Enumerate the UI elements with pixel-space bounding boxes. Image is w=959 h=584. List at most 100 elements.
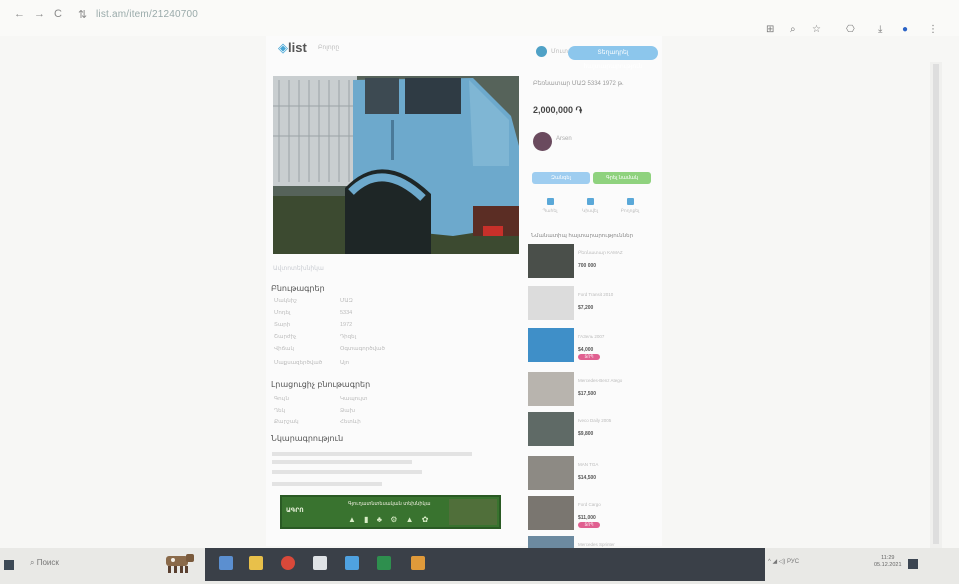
spec-key: Վիճակ [274,346,294,352]
spec-value: Այո [340,360,350,366]
banner-ad[interactable]: ԱԳՐՈ Գյուղատնտեսական տեխնիկա ▲ ▮ ♣ ⚙ ▲ ✿ [280,495,501,529]
spec-key: Տարի [274,322,291,328]
spec-row: Քարշակ Հետևի [274,419,474,427]
similar-price: $14,500 [578,475,597,481]
spec-value: 1972 [340,322,353,328]
listing-category[interactable]: Ավտոտեխնիկա [273,265,324,272]
menu-icon[interactable]: ⋮ [928,24,938,35]
description-line [272,482,382,486]
zoom-icon[interactable]: ⌕ [790,24,796,35]
system-tray[interactable]: ^ ◢ ◁) РУС [768,558,799,565]
scrollbar[interactable] [930,62,942,550]
top-badge: ՏՈՊ [578,522,600,528]
action-label: Կիսվել [582,208,598,213]
similar-price: $11,000 [578,515,596,521]
address-bar[interactable]: list.am/item/21240700 [96,9,198,20]
browser-toolbar: ← → C ⇅ list.am/item/21240700 ⊞ ⌕ ☆ ⎔ ⤓ … [0,0,959,36]
spec-row: Շարժիչ Դիզել [274,334,474,342]
clock-date: 05.12.2021 [874,562,902,568]
similar-item[interactable]: MAN TGA $14,500 [528,456,658,492]
description-line [272,470,422,474]
language-indicator[interactable]: РУС [787,559,799,565]
similar-thumbnail [528,244,574,278]
spec-key: Մակնիշ [274,298,297,304]
spec-value: ՄԱԶ [340,298,353,304]
spec-row: Մաքսազերծված Այո [274,360,474,368]
clock[interactable]: 11:29 05.12.2021 [874,555,902,569]
share-action[interactable]: Կիսվել [575,198,605,214]
extensions-icon[interactable]: ⎔ [846,24,855,35]
spec-value: Դիզել [340,334,357,340]
save-action[interactable]: Պահել [535,198,565,214]
similar-item[interactable]: Ford Cargo $11,000 ՏՈՊ [528,496,658,532]
translate-icon[interactable]: ⊞ [766,24,774,35]
chrome-icon[interactable] [281,556,295,570]
similar-price: $9,800 [578,431,594,437]
spec-row: Գույն Կապույտ [274,396,474,404]
reload-icon[interactable]: C [54,8,62,20]
notification-icon[interactable] [908,559,918,569]
spec-key: Մոդել [274,310,291,316]
description-line [272,460,412,464]
spec-row: Մակնիշ ՄԱԶ [274,298,474,306]
taskbar-apps [205,548,765,581]
report-action[interactable]: Բողոքել [615,198,645,214]
taskbar: ⌕ Поиск ^ ◢ ◁) РУС 11:29 05.12.2021 [0,548,959,584]
similar-item[interactable]: Բեռնատար KAMAZ 700 000 [528,244,658,280]
taskbar-search[interactable]: ⌕ Поиск [30,558,59,568]
search-label: Поиск [36,558,59,567]
spec-key: Մաքսազերծված [274,360,323,366]
mail-icon[interactable] [313,556,327,570]
spec-value: Ձախ [340,408,355,414]
similar-thumbnail [528,496,574,530]
similar-item[interactable]: Ford Transit 2010 $7,200 [528,286,658,322]
spec-key: Գույն [274,396,289,402]
header-link[interactable]: Բոլորը [318,44,339,51]
forward-icon[interactable]: → [34,8,45,20]
call-button[interactable]: Զանգել [532,172,590,184]
site-info-icon[interactable]: ⇅ [78,8,87,21]
similar-item[interactable]: Iveco Daily 2005 $9,800 [528,412,658,448]
task-view-icon[interactable] [219,556,233,570]
clock-time: 11:29 [881,555,895,561]
post-ad-button[interactable]: Տեղադրել հայտարարություն [568,46,658,70]
seller-name[interactable]: Arsen [556,136,572,142]
file-explorer-icon[interactable] [249,556,263,570]
logo-text: list [288,40,307,55]
similar-title-text: Ford Cargo [578,502,601,507]
similar-item[interactable]: Mercedes Sprinter [528,536,658,548]
banner-icons: ▲ ▮ ♣ ⚙ ▲ ✿ [348,515,432,524]
similar-item[interactable]: Mercedes-Benz Atego $17,500 [528,372,658,408]
share-icon [586,198,594,205]
photos-icon[interactable] [345,556,359,570]
logo-mark-icon: ◈ [278,40,288,55]
bookmark-star-icon[interactable]: ☆ [812,24,821,35]
similar-title-text: Iveco Daily 2005 [578,418,612,423]
similar-price: $4,000 [578,347,594,353]
spec-key: Քարշակ [274,419,299,425]
app-icon[interactable] [411,556,425,570]
similar-thumbnail [528,286,574,320]
start-menu-icon[interactable] [4,560,14,570]
profile-icon[interactable]: ● [902,24,908,35]
banner-text: Գյուղատնտեսական տեխնիկա [348,501,431,507]
site-logo[interactable]: ◈list [278,40,307,56]
similar-price: $17,500 [578,391,597,397]
download-icon[interactable]: ⤓ [878,24,882,35]
message-button[interactable]: Գրել նամակ [593,172,651,184]
user-avatar[interactable] [536,46,547,57]
banner-tractor-image [449,499,497,525]
seller-avatar[interactable] [533,132,552,151]
listing-photo[interactable] [273,76,519,254]
similar-item[interactable]: ГАЗель 2007 $4,000 ՏՈՊ [528,328,658,364]
excel-icon[interactable] [377,556,391,570]
similar-thumbnail [528,456,574,490]
volume-icon: ◁) [778,559,788,565]
scrollbar-thumb[interactable] [933,64,939,544]
description-title: Նկարագրություն [271,434,344,443]
spec-key: Ղեկ [274,408,286,414]
listing-title: Բեռնատար ՄԱԶ 5334 1972 թ. [533,81,624,87]
action-label: Բողոքել [620,208,640,213]
back-icon[interactable]: ← [14,8,25,20]
flag-icon [626,198,634,205]
